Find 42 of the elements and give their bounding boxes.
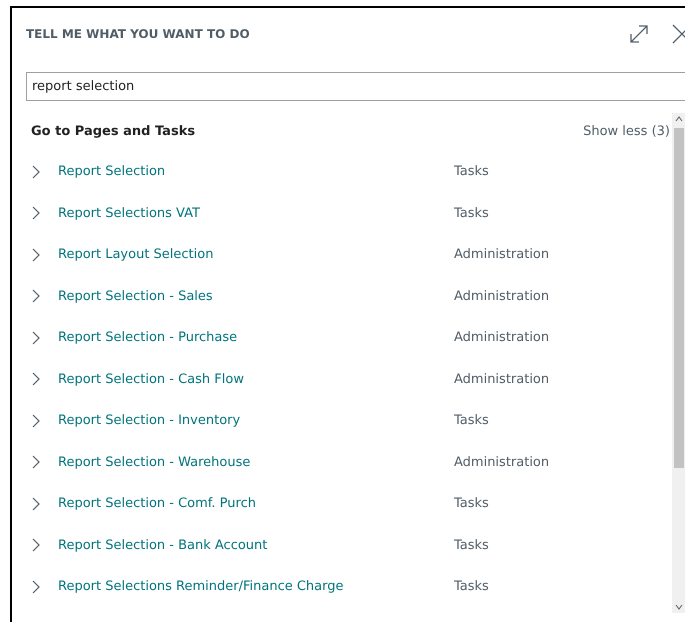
section-title: Go to Pages and Tasks [31,123,196,142]
result-link[interactable]: Report Selection - Purchase [58,328,454,348]
category-label: Administration [454,246,550,264]
chevron-icon[interactable] [32,372,40,386]
category-label: Administration [454,288,550,306]
show-less-link[interactable]: Show less (3) [583,122,670,142]
result-link[interactable]: Report Selection - Cash Flow [58,370,454,389]
scroll-down-icon[interactable] [674,604,682,610]
chevron-icon[interactable] [32,164,40,179]
chevron-icon[interactable] [32,330,40,345]
category-label: Tasks [454,536,489,554]
category-label: Administration [454,370,550,388]
category-label: Tasks [454,163,489,181]
category-label: Administration [454,329,550,347]
category-label: Tasks [454,204,489,222]
result-link[interactable]: Report Selections VAT [58,204,454,223]
scrollbar[interactable] [672,113,685,613]
chevron-icon[interactable] [32,580,40,594]
close-icon[interactable] [671,23,685,45]
chevron-icon[interactable] [32,414,40,428]
result-link[interactable]: Report Selections Reminder/Finance Charge [58,577,454,596]
category-label: Tasks [454,412,489,430]
scroll-up-icon[interactable] [674,116,682,122]
category-label: Tasks [454,578,489,596]
scrollbar-thumb[interactable] [674,128,684,468]
chevron-icon[interactable] [32,289,40,304]
result-link[interactable]: Report Layout Selection [58,245,454,264]
search-field[interactable]: report selection [26,72,685,101]
chevron-icon[interactable] [32,496,40,511]
chevron-icon[interactable] [32,248,40,262]
result-link[interactable]: Report Selection [58,162,454,182]
result-link[interactable]: Report Selection - Inventory [58,411,454,430]
result-link[interactable]: Report Selection - Comf. Purch [58,494,454,514]
result-link[interactable]: Report Selection - Warehouse [58,452,454,472]
chevron-icon[interactable] [32,206,40,220]
result-link[interactable]: Report Selection - Sales [58,286,454,306]
category-label: Administration [454,454,550,472]
category-label: Tasks [454,495,489,513]
dialog-title: TELL ME WHAT YOU WANT TO DO [26,26,251,43]
chevron-icon[interactable] [32,538,40,552]
result-link[interactable]: Report Selection - Bank Account [58,536,454,555]
chevron-icon[interactable] [32,455,40,470]
